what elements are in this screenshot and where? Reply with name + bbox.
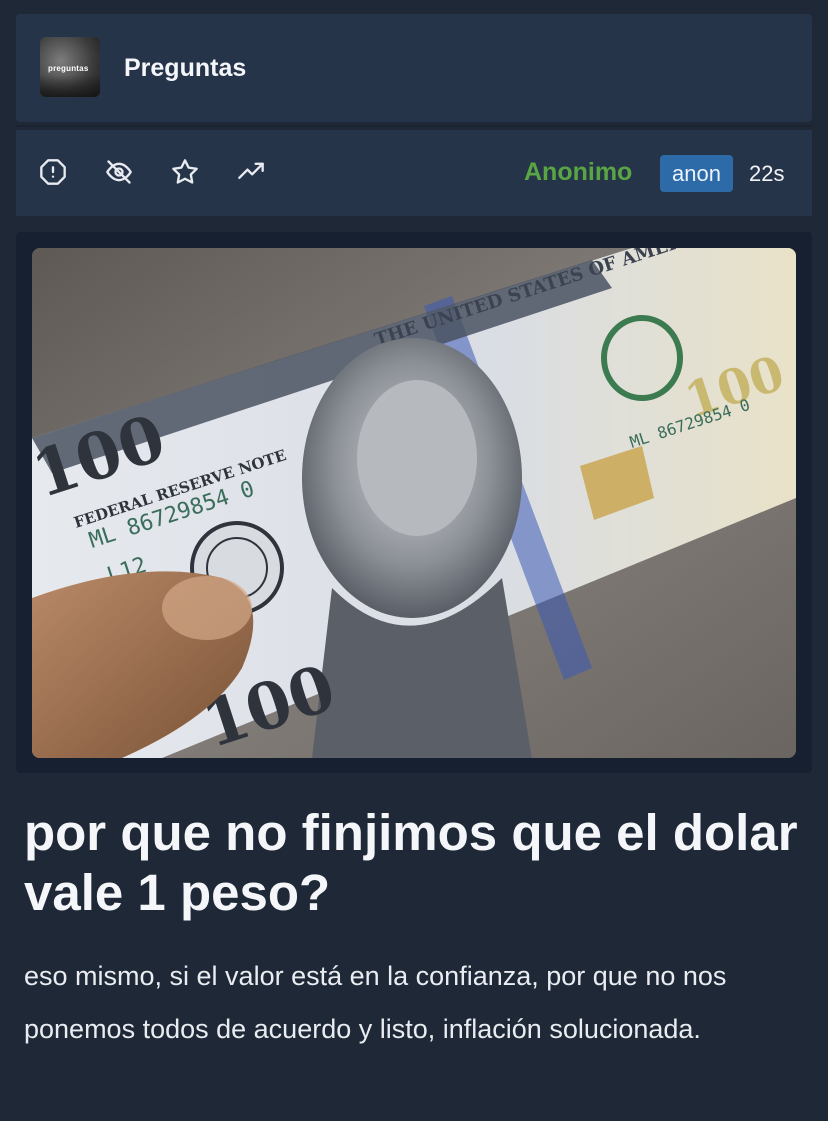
star-icon[interactable] — [170, 157, 200, 187]
post-author[interactable]: Anonimo — [524, 158, 632, 187]
post-title: por que no finjimos que el dolar vale 1 … — [24, 804, 798, 921]
post-page: preguntas Preguntas Anonimo anon 22s THE… — [0, 0, 828, 1121]
report-icon[interactable] — [38, 157, 68, 187]
community-name[interactable]: Preguntas — [124, 54, 246, 83]
avatar-shade — [40, 75, 100, 97]
community-avatar[interactable]: preguntas — [40, 37, 100, 97]
dollar-bills-illustration: THE UNITED STATES OF AMERICA 100 100 100… — [32, 248, 796, 758]
post-actions-bar: Anonimo anon 22s — [16, 130, 812, 216]
hide-icon[interactable] — [104, 157, 134, 187]
header-divider — [16, 125, 812, 127]
community-header: preguntas Preguntas — [16, 14, 812, 122]
avatar-logo-text: preguntas — [48, 64, 89, 73]
post-timestamp: 22s — [749, 161, 785, 186]
trending-icon[interactable] — [236, 157, 266, 187]
post-body: eso mismo, si el valor está en la confia… — [24, 961, 727, 1044]
anon-badge: anon — [660, 155, 733, 192]
post-image[interactable]: THE UNITED STATES OF AMERICA 100 100 100… — [32, 248, 796, 758]
post-image-card: THE UNITED STATES OF AMERICA 100 100 100… — [16, 232, 812, 773]
